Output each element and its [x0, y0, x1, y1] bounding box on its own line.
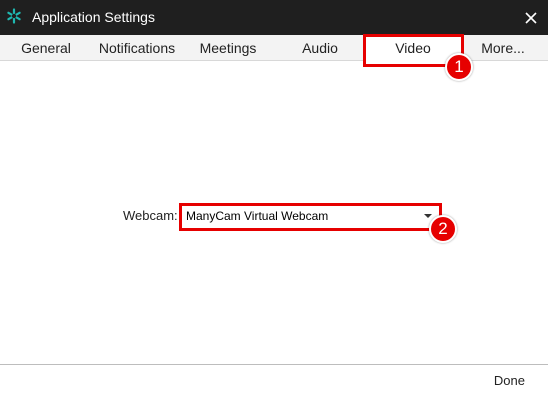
close-button[interactable]: [514, 0, 548, 35]
webcam-dropdown[interactable]: ManyCam Virtual Webcam: [182, 206, 438, 227]
done-button[interactable]: Done: [494, 373, 525, 389]
step-1-badge: 1: [445, 53, 473, 81]
close-icon: [525, 11, 537, 24]
webcam-selected-value: ManyCam Virtual Webcam: [186, 209, 329, 223]
settings-window: Application Settings General Notificatio…: [0, 0, 548, 398]
tab-meetings[interactable]: Meetings: [193, 35, 263, 61]
app-logo-icon: [7, 8, 21, 24]
webcam-label: Webcam:: [123, 208, 178, 223]
tab-notifications[interactable]: Notifications: [91, 35, 183, 61]
chevron-down-icon: [424, 214, 432, 218]
tab-more[interactable]: More...: [472, 35, 534, 61]
dialog-footer: Done: [0, 364, 548, 398]
tab-general[interactable]: General: [11, 35, 81, 61]
window-title: Application Settings: [32, 9, 155, 25]
tab-audio[interactable]: Audio: [290, 35, 350, 61]
step-2-badge: 2: [429, 215, 457, 243]
title-bar: Application Settings: [0, 0, 548, 35]
